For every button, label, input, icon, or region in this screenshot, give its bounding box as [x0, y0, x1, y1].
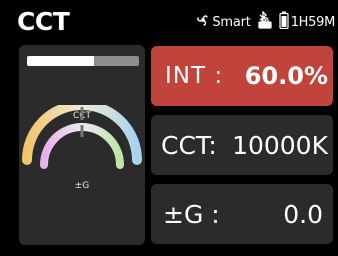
bluetooth-lock-icon — [257, 10, 273, 33]
smart-mode-indicator: Smart — [195, 12, 251, 32]
cct-label: CCT: — [161, 130, 217, 160]
intensity-value: 60.0% — [244, 62, 328, 90]
g-card[interactable]: ±G : 0.0 — [151, 184, 333, 244]
smart-fan-icon — [195, 12, 211, 32]
intensity-progress-bar — [27, 56, 139, 66]
battery-icon — [279, 11, 289, 33]
page-title: CCT — [17, 7, 70, 36]
intensity-progress-fill — [27, 56, 95, 66]
smart-label: Smart — [212, 14, 251, 30]
header-bar: CCT Smart 1H59M — [0, 0, 338, 42]
status-bar: Smart 1H59M — [195, 10, 336, 33]
g-value: 0.0 — [283, 199, 323, 229]
intensity-card[interactable]: INT : 60.0% — [151, 46, 333, 106]
g-label: ±G : — [163, 199, 220, 229]
cct-visual-panel: CCT ±G — [19, 45, 145, 245]
cct-card[interactable]: CCT: 10000K — [151, 115, 333, 175]
intensity-label: INT : — [165, 63, 224, 89]
cct-value: 10000K — [232, 130, 328, 160]
g-arc-label: ±G — [74, 181, 90, 191]
battery-time: 1H59M — [290, 14, 336, 30]
